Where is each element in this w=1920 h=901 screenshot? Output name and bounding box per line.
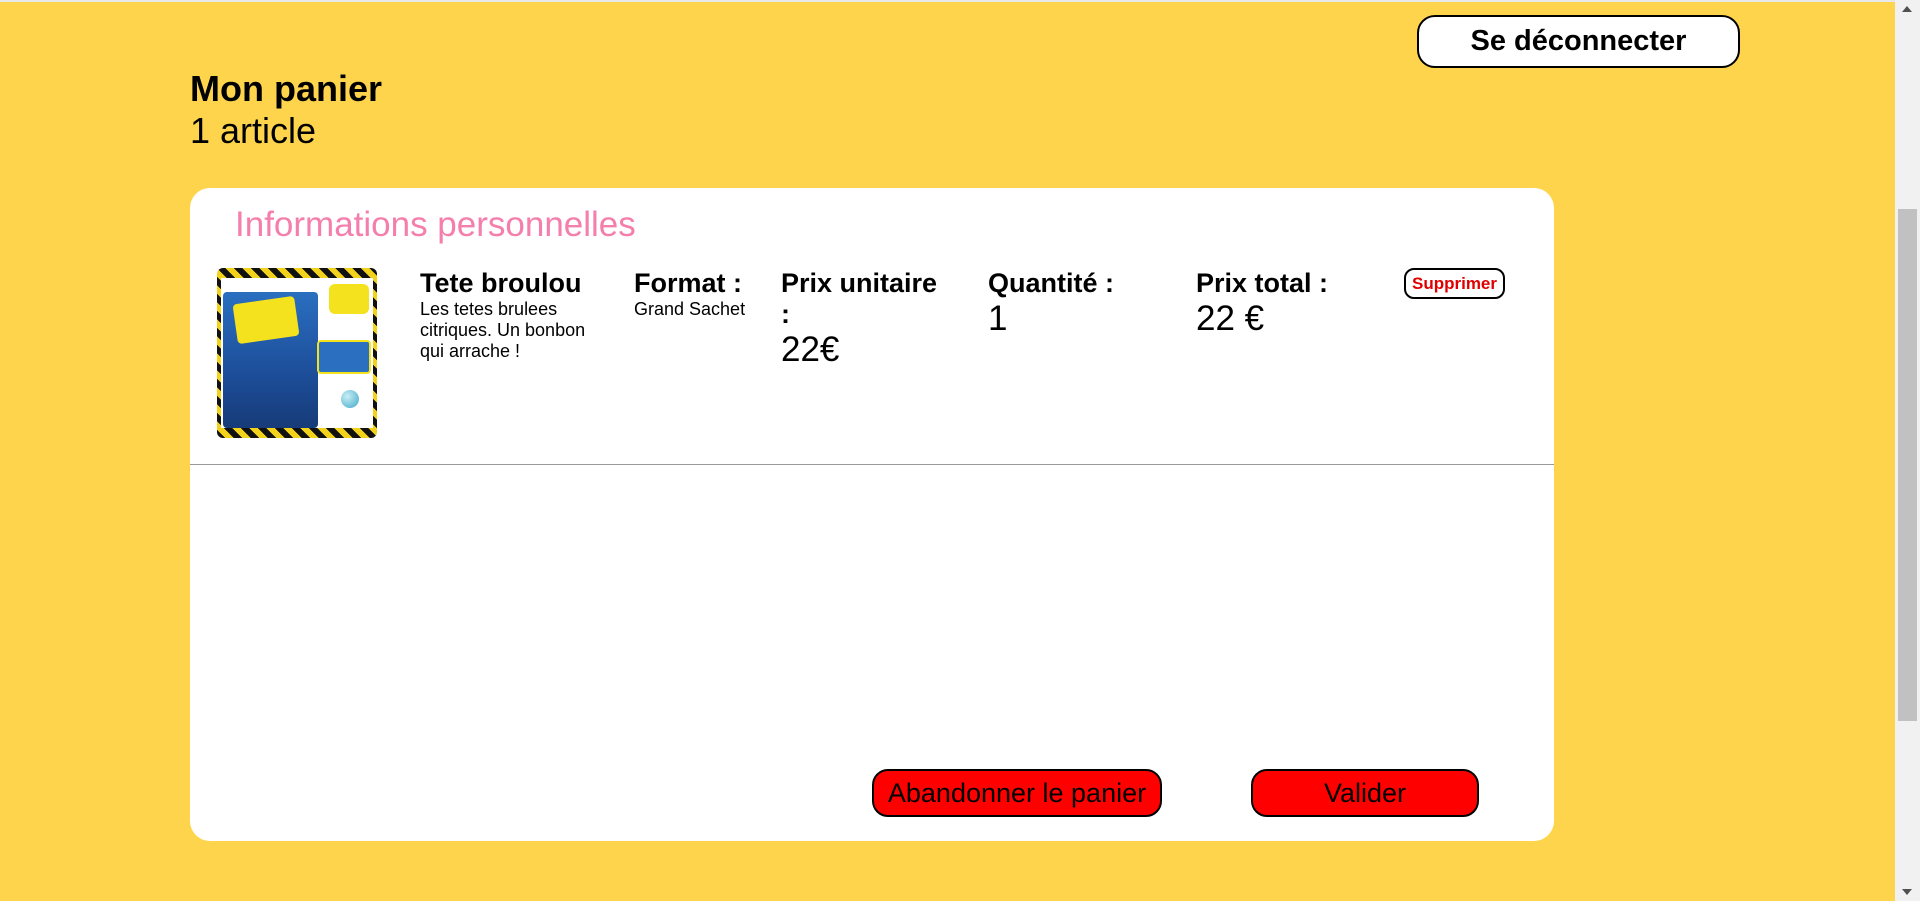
delete-item-button[interactable]: Supprimer bbox=[1404, 268, 1505, 299]
unit-price-label: Prix unitaire : bbox=[781, 268, 938, 329]
product-info: Tete broulou Les tetes brulees citriques… bbox=[420, 268, 590, 362]
quantity-label: Quantité : bbox=[988, 268, 1114, 298]
product-image-background bbox=[221, 278, 373, 428]
total-price-label: Prix total : bbox=[1196, 268, 1329, 298]
format-label: Format : bbox=[634, 268, 742, 298]
product-name: Tete broulou bbox=[420, 268, 582, 298]
logout-button[interactable]: Se déconnecter bbox=[1417, 15, 1740, 68]
unit-price-column: Prix unitaire : 22€ bbox=[781, 268, 951, 370]
format-column: Format : Grand Sachet bbox=[634, 268, 754, 320]
scrollbar-thumb[interactable] bbox=[1898, 209, 1917, 721]
format-value: Grand Sachet bbox=[634, 299, 746, 319]
product-image bbox=[217, 268, 377, 438]
item-divider bbox=[190, 464, 1554, 465]
product-logo-graphic bbox=[329, 284, 369, 314]
scroll-up-arrow-icon[interactable] bbox=[1902, 6, 1912, 12]
quantity-value: 1 bbox=[988, 299, 1008, 338]
page-title: Mon panier bbox=[190, 68, 383, 109]
candy-ball-graphic bbox=[341, 390, 359, 408]
cart-card: Informations personnelles Tete broulou L… bbox=[190, 188, 1554, 841]
total-price-value: 22 € bbox=[1196, 299, 1265, 338]
top-border bbox=[0, 0, 1895, 2]
scroll-down-arrow-icon[interactable] bbox=[1902, 889, 1912, 895]
validate-button[interactable]: Valider bbox=[1251, 769, 1479, 817]
product-description: Les tetes brulees citriques. Un bonbon q… bbox=[420, 299, 586, 361]
quantity-column: Quantité : 1 bbox=[988, 268, 1158, 339]
cart-item-count: 1 article bbox=[190, 110, 317, 151]
product-box-label-graphic bbox=[232, 295, 300, 345]
section-title: Informations personnelles bbox=[235, 205, 636, 244]
unit-price-value: 22€ bbox=[781, 330, 840, 369]
product-wrapper-graphic bbox=[317, 340, 371, 374]
abandon-cart-button[interactable]: Abandonner le panier bbox=[872, 769, 1162, 817]
total-price-column: Prix total : 22 € bbox=[1196, 268, 1366, 339]
vertical-scrollbar[interactable] bbox=[1895, 0, 1920, 901]
